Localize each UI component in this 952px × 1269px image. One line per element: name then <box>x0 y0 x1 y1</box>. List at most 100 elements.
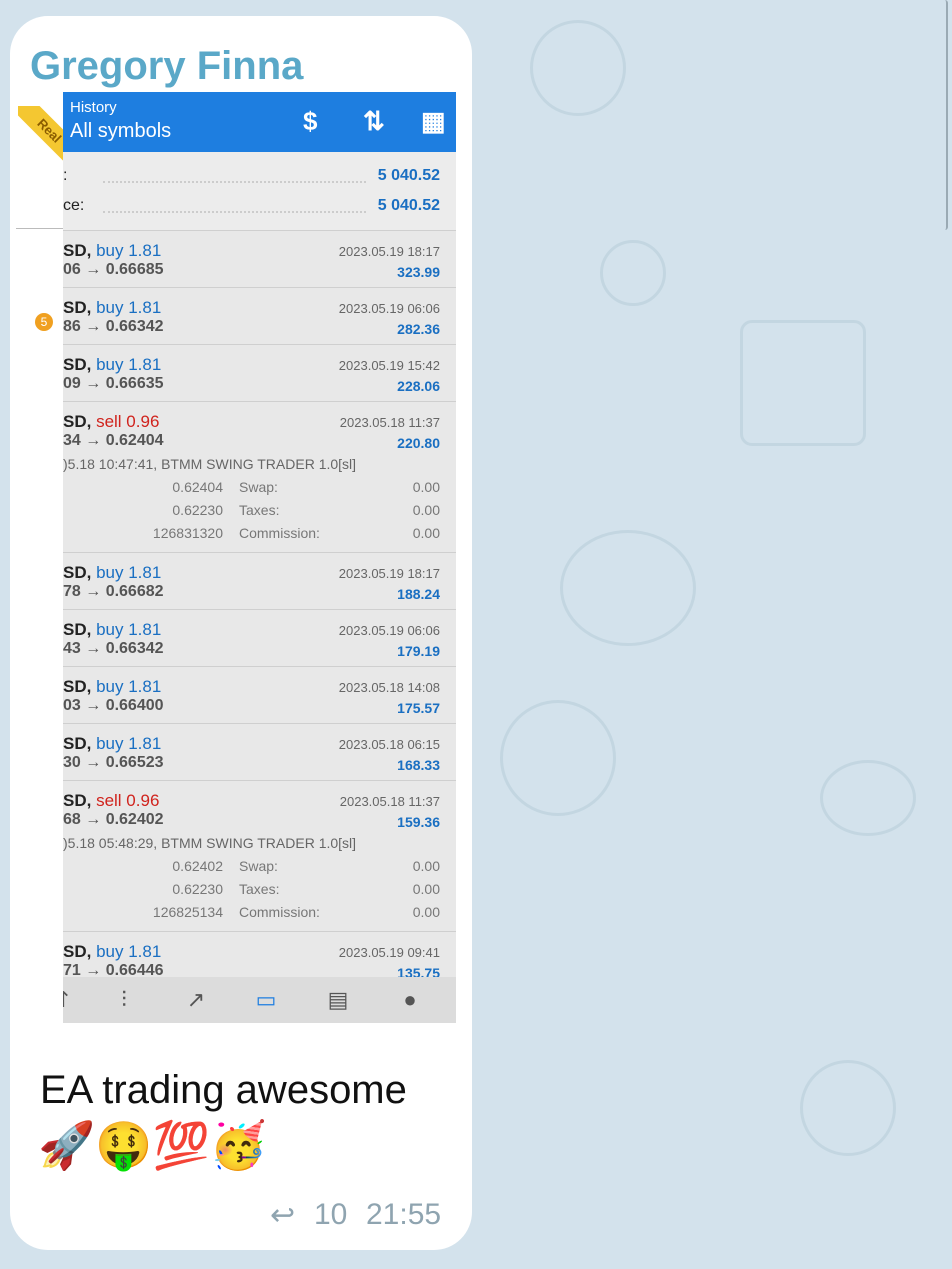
deal-time: 2023.05.19 06:06 <box>338 623 440 638</box>
deal-symbol-text: SD, <box>63 942 92 961</box>
deal-row[interactable]: SD, buy 1.81 43 → 0.66342 2023.05.19 06:06… <box>63 610 456 667</box>
deal-time: 2023.05.19 18:17 <box>338 566 440 581</box>
quotes-icon[interactable]: ⇵ <box>63 987 75 1013</box>
wallpaper-doodle <box>560 530 696 646</box>
deal-price: 78 → 0.66682 <box>63 583 164 600</box>
dollar-swap-icon[interactable]: $ <box>303 106 317 137</box>
deal-extra-amount: 0.00 <box>412 479 440 495</box>
deal-side: buy 1.81 <box>96 298 162 317</box>
deal-symbol-text: SD, <box>63 241 92 260</box>
bottom-tab-bar: ⇵ ⫶ ↗ ▭ ▤ ● <box>63 977 456 1023</box>
calendar-icon[interactable]: ▦ <box>421 106 446 137</box>
deal-extra-amount: 0.00 <box>412 525 440 541</box>
deal-row[interactable]: SD, buy 1.81 03 → 0.66400 2023.05.18 14:08… <box>63 667 456 724</box>
deal-time: 2023.05.19 06:06 <box>338 301 440 316</box>
deal-profit: 228.06 <box>397 378 440 394</box>
deal-symbol: SD, buy 1.81 <box>63 355 161 375</box>
deal-extra-value: 0.62404 <box>172 479 223 495</box>
deal-symbol: SD, buy 1.81 <box>63 298 161 318</box>
deal-symbol: SD, sell 0.96 <box>63 791 159 811</box>
deal-extra-value: 126831320 <box>152 525 223 541</box>
deal-side: buy 1.81 <box>96 942 162 961</box>
screenshot-image[interactable]: History All symbols $ ⇅ ▦ : 5 040.52 ce:… <box>63 92 456 1023</box>
header-title: All symbols <box>70 120 172 142</box>
deal-row[interactable]: SD, sell 0.96 34 → 0.62404 2023.05.18 11:3… <box>63 402 456 553</box>
deal-profit: 168.33 <box>397 757 440 773</box>
deal-symbol-text: SD, <box>63 412 92 431</box>
scroll-indicator[interactable] <box>940 0 948 230</box>
history-icon[interactable]: ▭ <box>251 987 281 1013</box>
deal-extra-label: Swap: <box>239 479 278 495</box>
deal-symbol: SD, sell 0.96 <box>63 412 159 432</box>
chart-candles-icon[interactable]: ⫶ <box>109 987 139 1013</box>
deal-side: buy 1.81 <box>96 677 162 696</box>
message-text: EA trading awesome <box>40 1068 407 1112</box>
balance-row: : 5 040.52 <box>63 167 456 191</box>
sort-icon[interactable]: ⇅ <box>363 106 385 137</box>
deal-price: 43 → 0.66342 <box>63 640 164 657</box>
deal-price: 68 → 0.62402 <box>63 811 164 828</box>
deal-row[interactable]: SD, buy 1.81 86 → 0.66342 2023.05.19 06:06… <box>63 288 456 345</box>
trade-icon[interactable]: ↗ <box>181 987 211 1013</box>
deal-price: 03 → 0.66400 <box>63 697 164 714</box>
deal-symbol-text: SD, <box>63 734 92 753</box>
reply-icon[interactable]: ↩ <box>270 1198 295 1233</box>
deal-profit: 282.36 <box>397 321 440 337</box>
sender-name[interactable]: Gregory Finna <box>30 44 303 89</box>
deal-row[interactable]: SD, buy 1.81 06 → 0.66685 2023.05.19 18:17… <box>63 231 456 288</box>
deal-price: 30 → 0.66523 <box>63 754 164 771</box>
deal-symbol-text: SD, <box>63 677 92 696</box>
deal-extra-value: 0.62230 <box>172 502 223 518</box>
deal-profit: 179.19 <box>397 643 440 659</box>
deal-time: 2023.05.18 11:37 <box>339 794 440 809</box>
deal-symbol-text: SD, <box>63 563 92 582</box>
emoji-sequence: 🚀🤑💯🥳 <box>38 1119 268 1171</box>
deal-side: sell 0.96 <box>96 791 160 810</box>
wallpaper-doodle <box>530 20 626 116</box>
deal-row[interactable]: SD, buy 1.81 09 → 0.66635 2023.05.19 15:42… <box>63 345 456 402</box>
wallpaper-doodle <box>820 760 916 836</box>
message-time: 21:55 <box>366 1198 442 1231</box>
deal-symbol-text: SD, <box>63 298 92 317</box>
dotted-leader <box>103 211 366 213</box>
deal-time: 2023.05.18 06:15 <box>338 737 440 752</box>
deal-symbol-text: SD, <box>63 355 92 374</box>
deal-extra-label: Taxes: <box>239 881 280 897</box>
deal-profit: 220.80 <box>397 435 440 451</box>
balance-label: : <box>63 167 68 184</box>
deal-extra-value: 0.62230 <box>172 881 223 897</box>
messages-icon[interactable]: ● <box>395 987 425 1013</box>
deal-symbol: SD, buy 1.81 <box>63 677 161 697</box>
deal-row[interactable]: SD, sell 0.96 68 → 0.62402 2023.05.18 11:3… <box>63 781 456 932</box>
deal-time: 2023.05.19 09:41 <box>338 945 440 960</box>
deal-side: buy 1.81 <box>96 563 162 582</box>
deal-extra-amount: 0.00 <box>412 858 440 874</box>
deal-extra-value: 0.62402 <box>172 858 223 874</box>
deal-symbol: SD, buy 1.81 <box>63 942 161 962</box>
deal-symbol-text: SD, <box>63 791 92 810</box>
balance-row: ce: 5 040.52 <box>63 197 456 221</box>
deal-comment: )5.18 10:47:41, BTMM SWING TRADER 1.0[sl… <box>63 456 357 472</box>
deal-side: buy 1.81 <box>96 355 162 374</box>
wallpaper-doodle <box>800 1060 896 1156</box>
wallpaper-doodle <box>740 320 866 446</box>
reply-count[interactable]: 10 <box>314 1198 347 1232</box>
deal-time: 2023.05.19 15:42 <box>338 358 440 373</box>
balance-label: ce: <box>63 197 85 214</box>
dotted-leader <box>103 181 366 183</box>
deal-extra-amount: 0.00 <box>412 881 440 897</box>
deal-row[interactable]: SD, buy 1.81 78 → 0.66682 2023.05.19 18:17… <box>63 553 456 610</box>
deal-time: 2023.05.19 18:17 <box>338 244 440 259</box>
deal-profit: 323.99 <box>397 264 440 280</box>
notification-badge: 5 <box>35 313 53 331</box>
deal-symbol: SD, buy 1.81 <box>63 241 161 261</box>
deal-profit: 188.24 <box>397 586 440 602</box>
header-subtitle: History <box>70 99 117 116</box>
deal-price: 06 → 0.66685 <box>63 261 164 278</box>
news-icon[interactable]: ▤ <box>323 987 353 1013</box>
wallpaper-doodle <box>500 700 616 816</box>
deal-profit: 175.57 <box>397 700 440 716</box>
deal-symbol: SD, buy 1.81 <box>63 620 161 640</box>
balance-summary: : 5 040.52 ce: 5 040.52 <box>63 152 456 231</box>
deal-row[interactable]: SD, buy 1.81 30 → 0.66523 2023.05.18 06:15… <box>63 724 456 781</box>
